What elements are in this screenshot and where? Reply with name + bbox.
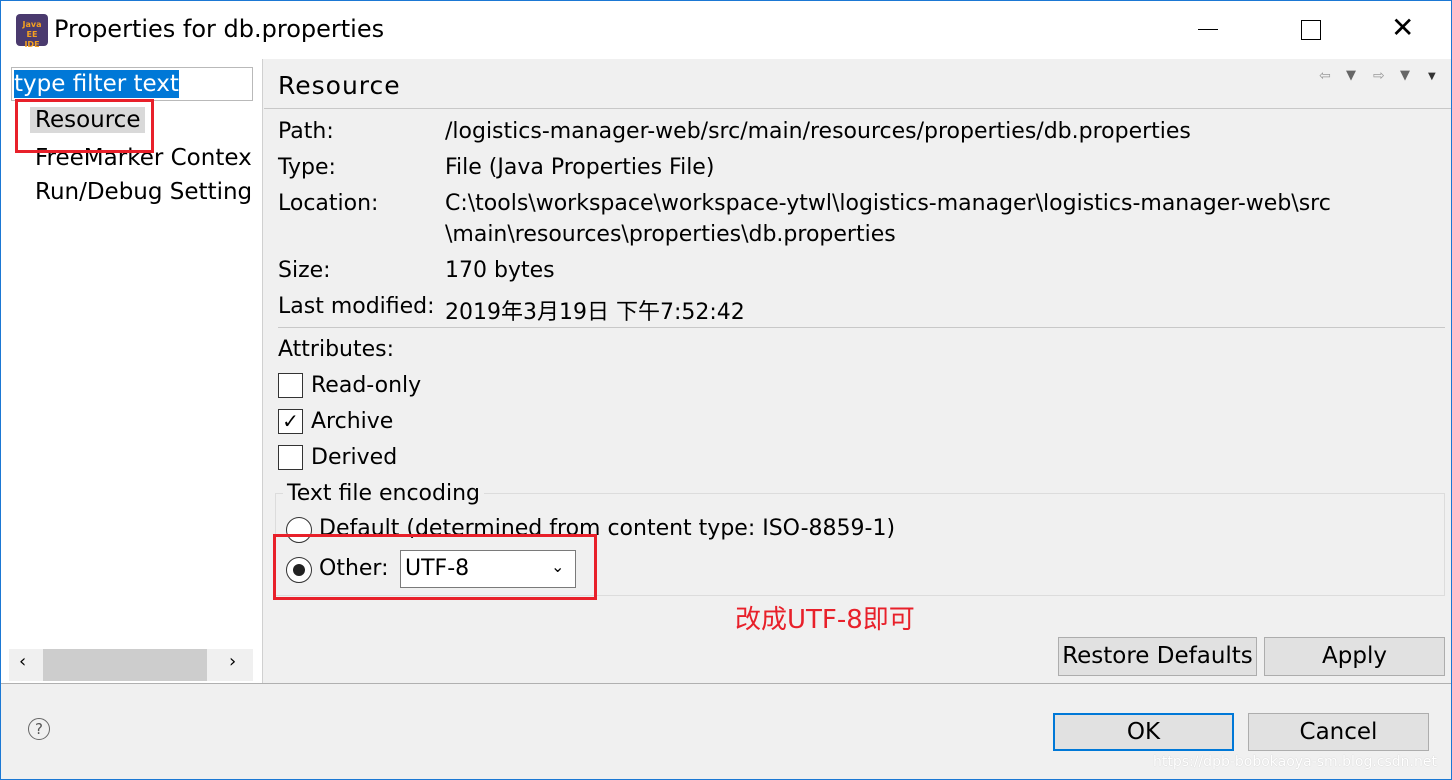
java-ee-ide-icon: Java EE IDE xyxy=(16,14,48,49)
size-value: 170 bytes xyxy=(445,258,555,283)
tree-item-run-debug[interactable]: Run/Debug Setting xyxy=(35,179,252,205)
attributes-label: Attributes: xyxy=(278,337,395,362)
modified-value: 2019年3月19日 下午7:52:42 xyxy=(445,300,745,325)
path-value: /logistics-manager-web/src/main/resource… xyxy=(445,119,1191,144)
derived-label[interactable]: Derived xyxy=(311,445,397,470)
modified-label: Last modified: xyxy=(278,294,435,319)
scroll-left-icon[interactable]: ‹ xyxy=(19,651,26,672)
minimize-button[interactable] xyxy=(1198,29,1218,30)
properties-dialog: Java EE IDE Properties for db.properties … xyxy=(0,0,1452,780)
view-menu-icon[interactable]: ▼ xyxy=(1428,71,1436,82)
archive-label[interactable]: Archive xyxy=(311,409,393,434)
divider xyxy=(278,327,1445,328)
scroll-right-icon[interactable]: › xyxy=(229,651,236,672)
back-icon[interactable]: ⇦ xyxy=(1319,68,1331,84)
page-title: Resource xyxy=(278,71,401,100)
type-value: File (Java Properties File) xyxy=(445,155,715,180)
cancel-button[interactable]: Cancel xyxy=(1248,713,1429,751)
location-label: Location: xyxy=(278,191,379,216)
close-button[interactable]: ✕ xyxy=(1391,11,1414,44)
window-title: Properties for db.properties xyxy=(54,15,385,43)
filter-input[interactable]: type filter text xyxy=(11,67,253,101)
read-only-checkbox[interactable] xyxy=(278,373,303,398)
restore-defaults-button[interactable]: Restore Defaults xyxy=(1058,637,1257,676)
highlight-box xyxy=(15,99,154,153)
forward-menu-icon[interactable]: ▼ xyxy=(1400,68,1410,83)
archive-checkbox[interactable]: ✓ xyxy=(278,409,303,434)
back-menu-icon[interactable]: ▼ xyxy=(1346,68,1356,83)
divider xyxy=(1,683,1451,684)
type-label: Type: xyxy=(278,155,336,180)
scroll-thumb[interactable] xyxy=(43,649,207,681)
watermark: https://dpb-bobokaoya-sm.blog.csdn.net xyxy=(1153,754,1437,770)
filter-text: type filter text xyxy=(14,70,179,98)
help-icon[interactable]: ? xyxy=(28,718,50,740)
path-label: Path: xyxy=(278,119,334,144)
maximize-button[interactable] xyxy=(1301,20,1321,40)
annotation-text: 改成UTF-8即可 xyxy=(735,605,915,635)
forward-icon[interactable]: ⇨ xyxy=(1373,68,1385,84)
size-label: Size: xyxy=(278,258,331,283)
apply-button[interactable]: Apply xyxy=(1264,637,1445,676)
title-bar: Java EE IDE Properties for db.properties … xyxy=(1,1,1451,59)
ok-button[interactable]: OK xyxy=(1053,713,1234,751)
derived-checkbox[interactable] xyxy=(278,445,303,470)
encoding-group-label: Text file encoding xyxy=(283,481,485,506)
sidebar: type filter text Resource FreeMarker Con… xyxy=(1,59,263,683)
highlight-box xyxy=(273,534,597,600)
divider xyxy=(264,108,1451,109)
location-value: C:\tools\workspace\workspace-ytwl\logist… xyxy=(445,191,1331,216)
horizontal-scrollbar[interactable]: ‹ › xyxy=(9,649,253,681)
read-only-label[interactable]: Read-only xyxy=(311,373,421,398)
location-value-cont: \main\resources\properties\db.properties xyxy=(445,222,896,247)
